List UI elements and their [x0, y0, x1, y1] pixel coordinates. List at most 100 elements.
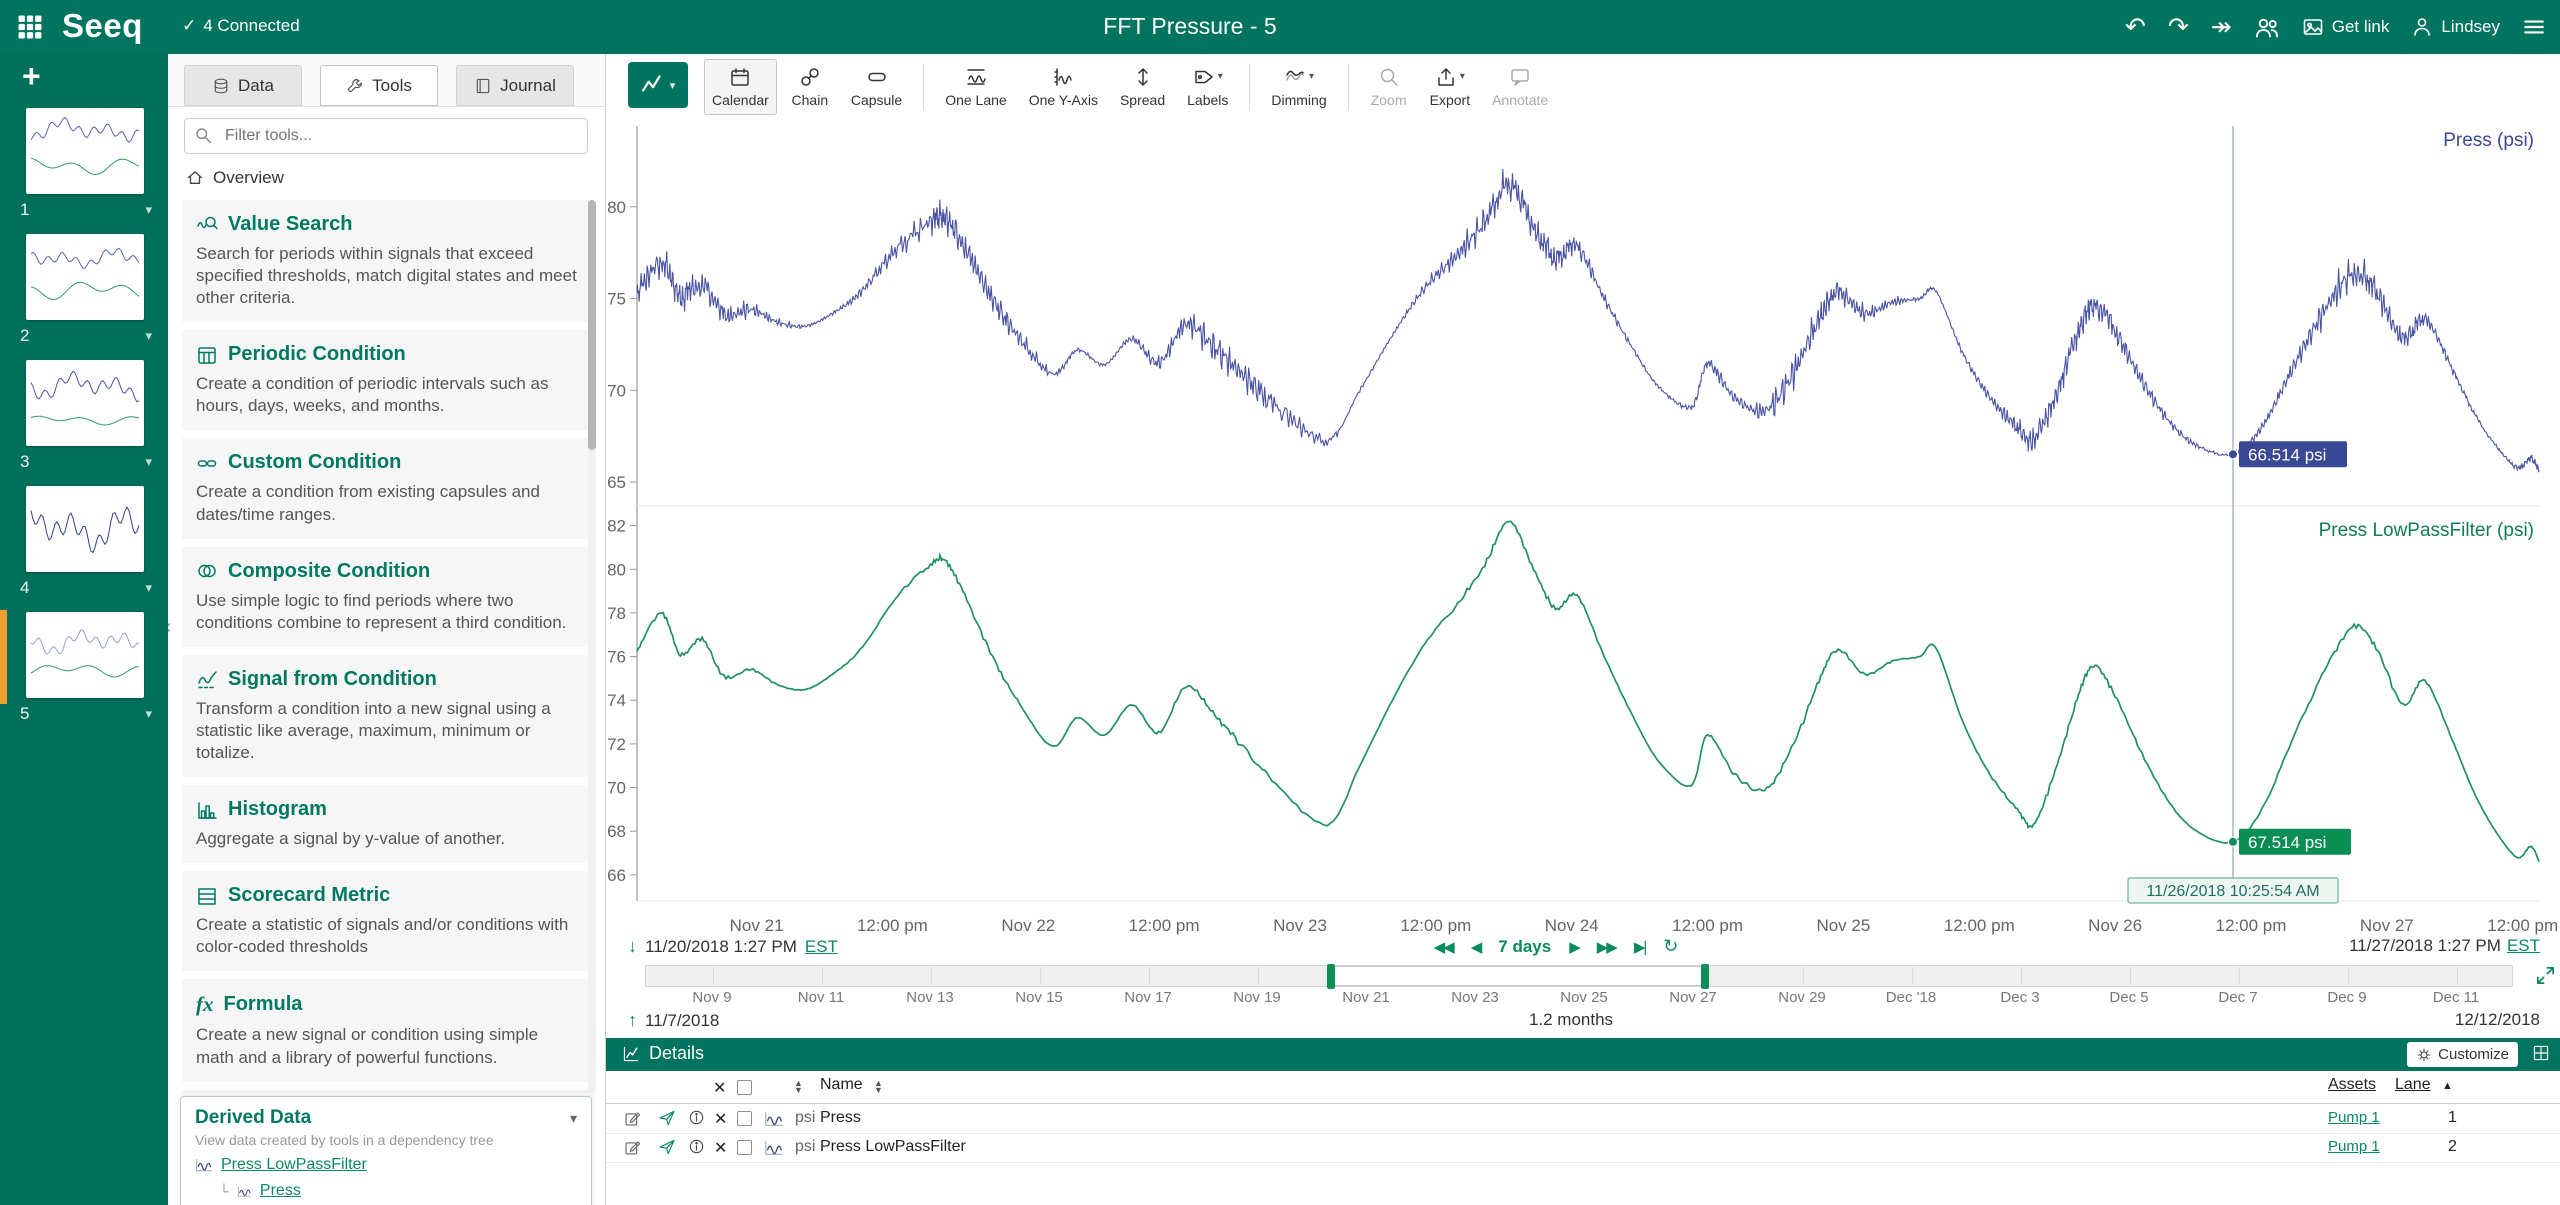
edit-icon[interactable] [624, 1109, 642, 1127]
range-handle-right[interactable] [1701, 964, 1709, 989]
tool-item-composite-condition[interactable]: Composite ConditionUse simple logic to f… [182, 547, 592, 647]
row-checkbox[interactable] [737, 1111, 752, 1126]
chain-button[interactable]: Chain [783, 59, 837, 115]
fast-forward-button[interactable]: ▶▶ [1597, 938, 1616, 956]
worksheet-thumbnail-4[interactable] [26, 486, 144, 572]
button-label: Labels [1187, 92, 1228, 108]
lane-column-header[interactable]: Lane [2395, 1076, 2431, 1094]
press-series[interactable] [637, 169, 2539, 472]
step-to-end-button[interactable]: ▶| [1634, 938, 1645, 956]
overview-link[interactable]: Overview [186, 168, 284, 188]
chevron-down-icon[interactable]: ▾ [145, 580, 152, 596]
tab-journal[interactable]: Journal [456, 65, 574, 106]
worksheet-thumbnail-5[interactable] [26, 612, 144, 698]
users-icon[interactable] [2254, 14, 2280, 40]
spread-button[interactable]: Spread [1112, 59, 1173, 115]
derived-item-link[interactable]: Press [260, 1182, 301, 1200]
table-row[interactable]: ✕psiPressPump 11 [606, 1104, 2560, 1134]
tool-item-formula[interactable]: fxFormulaCreate a new signal or conditio… [182, 979, 592, 1081]
calendar-button[interactable]: Calendar [704, 59, 777, 115]
one-y-axis-button[interactable]: One Y-Axis [1021, 59, 1106, 115]
user-menu[interactable]: Lindsey [2411, 16, 2500, 38]
name-column-header[interactable]: Name [820, 1076, 863, 1094]
export-button[interactable]: ▾Export [1422, 59, 1478, 115]
send-icon[interactable] [658, 1138, 676, 1156]
select-all-checkbox[interactable] [737, 1080, 752, 1095]
step-forward-button[interactable]: ▶ [1569, 938, 1579, 956]
range-track[interactable] [645, 965, 2513, 987]
add-worksheet-button[interactable]: + [22, 58, 41, 95]
step-back-button[interactable]: ◀ [1471, 938, 1481, 956]
tab-tools[interactable]: Tools [320, 65, 438, 106]
chevron-down-icon[interactable]: ▾ [145, 706, 152, 722]
rewind-button[interactable]: ◀◀ [1434, 938, 1453, 956]
scrollbar-thumb[interactable] [588, 200, 596, 450]
assets-column-header[interactable]: Assets [2328, 1076, 2376, 1094]
dimming-button[interactable]: ▾Dimming [1263, 59, 1334, 115]
remove-all-icon[interactable]: ✕ [713, 1078, 726, 1098]
toolbar-buttons: CalendarChainCapsule One LaneOne Y-AxisSp… [704, 59, 1556, 115]
view-selector-button[interactable]: ▾ [628, 62, 688, 108]
investigate-range-icon[interactable]: ↑ [628, 1010, 637, 1031]
remove-icon[interactable]: ✕ [714, 1138, 727, 1158]
press-lowpassfilter-series[interactable] [637, 522, 2539, 862]
timezone-link[interactable]: EST [805, 937, 838, 957]
range-duration: 1.2 months [1529, 1010, 1613, 1030]
tool-item-value-search[interactable]: Value SearchSearch for periods within si… [182, 200, 592, 322]
worksheet-thumbnail-1[interactable] [26, 108, 144, 194]
chevron-down-icon[interactable]: ▾ [145, 202, 152, 218]
undo-icon[interactable]: ↶ [2125, 15, 2146, 40]
tool-item-low-pass-filter[interactable]: Low Pass FilterFilter a signal to pass f… [182, 1090, 592, 1093]
range-tick-label: Dec 7 [2218, 989, 2257, 1006]
one-lane-button[interactable]: One Lane [937, 59, 1015, 115]
y-tick-label: 68 [607, 822, 626, 841]
tool-item-histogram[interactable]: HistogramAggregate a signal by y-value o… [182, 785, 592, 863]
search-input[interactable] [223, 119, 582, 153]
menu-icon[interactable] [2522, 15, 2546, 39]
forward-icon[interactable]: ↠ [2211, 15, 2232, 40]
remove-icon[interactable]: ✕ [714, 1109, 727, 1129]
worksheet-number: 4 [20, 578, 29, 598]
expand-range-icon[interactable] [2535, 965, 2556, 986]
add-column-icon[interactable] [2532, 1044, 2550, 1062]
tool-item-custom-condition[interactable]: Custom ConditionCreate a condition from … [182, 438, 592, 538]
seeq-logo: Seeq [62, 7, 143, 45]
collapse-panel-icon[interactable]: « [168, 616, 171, 639]
investigate-start-icon[interactable]: ↓ [628, 936, 637, 957]
tool-item-periodic-condition[interactable]: Periodic ConditionCreate a condition of … [182, 330, 592, 430]
info-icon[interactable] [688, 1138, 705, 1155]
derived-item-link[interactable]: Press LowPassFilter [221, 1156, 367, 1174]
apps-grid-icon[interactable] [16, 13, 44, 41]
asset-link[interactable]: Pump 1 [2328, 1109, 2380, 1126]
sort-icon[interactable]: ▲▼ [874, 1080, 883, 1094]
worksheet-thumbnail-3[interactable] [26, 360, 144, 446]
labels-button[interactable]: ▾Labels [1179, 59, 1236, 115]
x-tick-label: 12:00 pm [1400, 916, 1471, 935]
tab-data[interactable]: Data [184, 65, 302, 106]
send-icon[interactable] [658, 1109, 676, 1127]
asset-link[interactable]: Pump 1 [2328, 1138, 2380, 1155]
connection-status[interactable]: ✓ 4 Connected [182, 16, 300, 36]
info-icon[interactable] [688, 1109, 705, 1126]
customize-button[interactable]: Customize [2407, 1042, 2518, 1067]
sort-icon[interactable]: ▲▼ [794, 1080, 803, 1094]
trend-chart[interactable]: 65707580666870727476788082Nov 2112:00 pm… [606, 118, 2560, 948]
chevron-down-icon[interactable]: ▾ [145, 454, 152, 470]
chevron-down-icon[interactable]: ▾ [145, 328, 152, 344]
range-selection[interactable] [1330, 966, 1706, 986]
row-checkbox[interactable] [737, 1140, 752, 1155]
redo-icon[interactable]: ↷ [2168, 15, 2189, 40]
table-row[interactable]: ✕psiPress LowPassFilterPump 12 [606, 1133, 2560, 1163]
refresh-icon[interactable]: ↻ [1663, 936, 1678, 957]
tool-item-signal-from-condition[interactable]: Signal from ConditionTransform a conditi… [182, 655, 592, 777]
worksheet-thumbnail-2[interactable] [26, 234, 144, 320]
edit-icon[interactable] [624, 1138, 642, 1156]
capsule-button[interactable]: Capsule [843, 59, 910, 115]
name-cell: Press [820, 1109, 861, 1127]
chevron-down-icon[interactable]: ▾ [570, 1110, 577, 1127]
duration-button[interactable]: 7 days [1498, 937, 1551, 957]
tool-item-scorecard-metric[interactable]: Scorecard MetricCreate a statistic of si… [182, 871, 592, 971]
range-handle-left[interactable] [1327, 964, 1335, 989]
get-link-button[interactable]: Get link [2302, 16, 2390, 38]
timezone-link[interactable]: EST [2507, 936, 2540, 956]
